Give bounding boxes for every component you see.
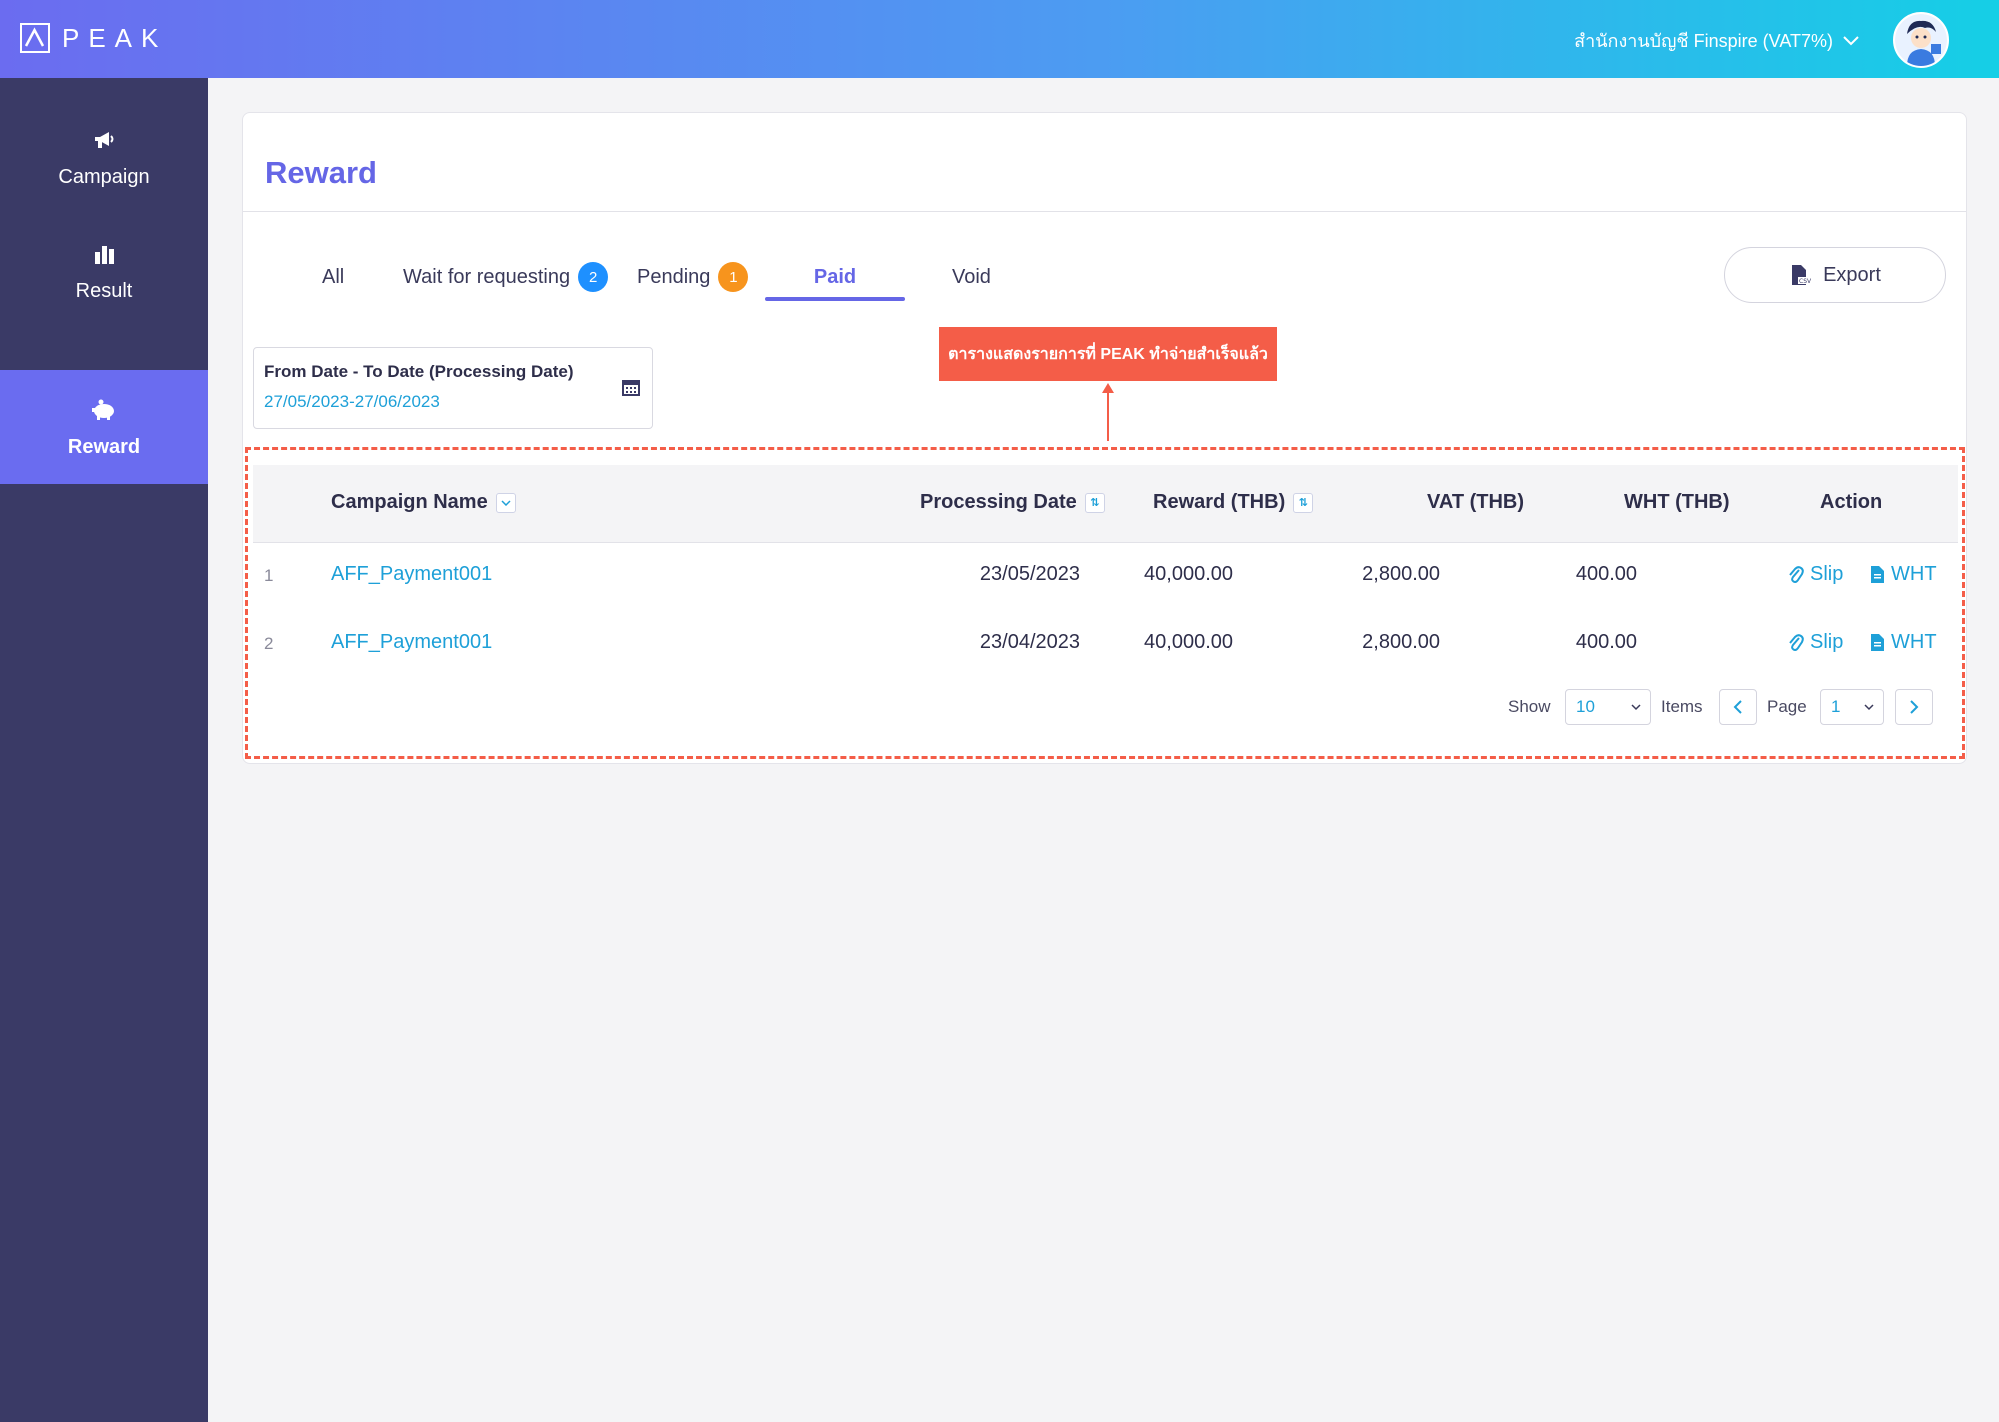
active-tab-indicator bbox=[765, 297, 905, 301]
wht-document-link[interactable]: WHT bbox=[1870, 563, 1937, 586]
sidebar-item-label: Campaign bbox=[58, 165, 150, 188]
bar-chart-icon bbox=[94, 240, 114, 268]
chevron-down-icon bbox=[1631, 704, 1641, 711]
column-label: Action bbox=[1820, 491, 1883, 513]
tab-label: All bbox=[322, 265, 345, 288]
organization-selector[interactable]: สำนักงานบัญชี Finspire (VAT7%) bbox=[1574, 26, 1859, 55]
next-page-button[interactable] bbox=[1895, 689, 1933, 725]
vat-amount: 2,800.00 bbox=[1362, 631, 1440, 653]
wht-amount: 400.00 bbox=[1575, 631, 1637, 653]
export-button[interactable]: CSV Export bbox=[1724, 247, 1946, 303]
slip-label: Slip bbox=[1810, 631, 1844, 653]
column-label: Reward (THB) bbox=[1153, 491, 1286, 513]
avatar[interactable] bbox=[1893, 12, 1949, 68]
column-reward[interactable]: Reward (THB) ⇅ bbox=[1153, 491, 1314, 514]
tab-wait-for-requesting[interactable]: Wait for requesting 2 bbox=[403, 253, 609, 301]
count-badge: 2 bbox=[578, 262, 609, 292]
column-label: WHT (THB) bbox=[1624, 491, 1730, 513]
previous-page-button[interactable] bbox=[1719, 689, 1757, 725]
column-label: Campaign Name bbox=[331, 491, 488, 513]
page-label: Page bbox=[1767, 697, 1807, 716]
chevron-down-icon bbox=[1843, 35, 1859, 45]
tab-void[interactable]: Void bbox=[952, 253, 991, 301]
megaphone-icon bbox=[93, 126, 115, 154]
column-label: Processing Date bbox=[920, 491, 1077, 513]
svg-text:CSV: CSV bbox=[1799, 278, 1811, 285]
annotation-callout: ตารางแสดงรายการที่ PEAK ทำจ่ายสำเร็จแล้ว bbox=[939, 327, 1277, 381]
sidebar-item-label: Reward bbox=[67, 435, 141, 458]
reward-amount: 40,000.00 bbox=[1144, 563, 1233, 585]
sidebar-item-result[interactable]: Result bbox=[0, 214, 208, 328]
count-badge: 1 bbox=[718, 262, 749, 292]
date-range-filter[interactable]: From Date - To Date (Processing Date) 27… bbox=[253, 347, 653, 429]
chevron-left-icon bbox=[1733, 700, 1742, 714]
campaign-name-link[interactable]: AFF_Payment001 bbox=[331, 563, 492, 586]
page-size-value: 10 bbox=[1576, 697, 1595, 716]
column-vat: VAT (THB) bbox=[1427, 491, 1524, 514]
paperclip-icon bbox=[1789, 633, 1804, 651]
tab-label: Pending bbox=[637, 265, 711, 288]
brand-name: PEAK bbox=[62, 22, 168, 53]
table-header: Campaign Name Processing Date ⇅ Reward (… bbox=[253, 465, 1958, 543]
date-filter-label: From Date - To Date (Processing Date) bbox=[264, 362, 574, 381]
column-campaign-name[interactable]: Campaign Name bbox=[331, 491, 516, 514]
slip-link[interactable]: Slip bbox=[1788, 563, 1843, 586]
processing-date: 23/05/2023 bbox=[979, 563, 1080, 585]
annotation-arrow bbox=[1107, 391, 1109, 441]
sidebar: Campaign Result Reward bbox=[0, 78, 208, 1422]
top-bar: PEAK สำนักงานบัญชี Finspire (VAT7%) bbox=[0, 0, 1999, 78]
chevron-down-icon bbox=[1864, 704, 1874, 711]
date-filter-value: 27/05/2023-27/06/2023 bbox=[264, 392, 440, 411]
slip-label: Slip bbox=[1810, 563, 1844, 585]
table-row: 2 AFF_Payment001 23/04/2023 40,000.00 2,… bbox=[253, 611, 1958, 677]
vat-amount: 2,800.00 bbox=[1362, 563, 1440, 585]
sort-icon[interactable]: ⇅ bbox=[1293, 492, 1314, 513]
slip-link[interactable]: Slip bbox=[1788, 631, 1843, 654]
document-icon bbox=[1871, 634, 1884, 651]
tab-pending[interactable]: Pending 1 bbox=[637, 253, 749, 301]
reward-amount: 40,000.00 bbox=[1144, 631, 1233, 653]
piggy-bank-icon bbox=[91, 396, 117, 424]
tab-label: Void bbox=[952, 265, 991, 288]
logo-mark-icon bbox=[20, 23, 50, 53]
divider bbox=[243, 211, 1966, 212]
tab-all[interactable]: All bbox=[322, 253, 344, 301]
calendar-icon bbox=[622, 378, 640, 401]
items-label: Items bbox=[1661, 697, 1703, 716]
reward-card: Reward All Wait for requesting 2 Pending… bbox=[242, 112, 1967, 764]
processing-date: 23/04/2023 bbox=[979, 631, 1080, 653]
column-label: VAT (THB) bbox=[1427, 491, 1525, 513]
sort-icon[interactable]: ⇅ bbox=[1084, 492, 1105, 513]
page-size-select[interactable]: 10 bbox=[1565, 689, 1651, 725]
csv-file-icon: CSV bbox=[1792, 265, 1811, 285]
document-icon bbox=[1871, 566, 1884, 583]
tab-label: Paid bbox=[813, 265, 857, 288]
sidebar-item-reward[interactable]: Reward bbox=[0, 370, 208, 484]
sidebar-item-campaign[interactable]: Campaign bbox=[0, 100, 208, 214]
row-number: 1 bbox=[264, 566, 274, 585]
tab-label: Wait for requesting bbox=[403, 265, 571, 288]
peak-logo[interactable]: PEAK bbox=[20, 22, 167, 54]
sidebar-item-label: Result bbox=[75, 279, 133, 302]
chevron-down-icon[interactable] bbox=[495, 492, 516, 513]
show-label: Show bbox=[1508, 697, 1551, 716]
column-processing-date[interactable]: Processing Date ⇅ bbox=[920, 491, 1105, 514]
tab-paid[interactable]: Paid bbox=[765, 253, 905, 301]
campaign-name-link[interactable]: AFF_Payment001 bbox=[331, 631, 492, 654]
wht-document-link[interactable]: WHT bbox=[1870, 631, 1937, 654]
page-number-select[interactable]: 1 bbox=[1820, 689, 1884, 725]
column-action: Action bbox=[1820, 491, 1882, 514]
page-number-value: 1 bbox=[1831, 697, 1841, 716]
page-title: Reward bbox=[265, 155, 377, 190]
wht-label: WHT bbox=[1891, 563, 1937, 585]
table-row: 1 AFF_Payment001 23/05/2023 40,000.00 2,… bbox=[253, 543, 1958, 609]
chevron-right-icon bbox=[1910, 700, 1919, 714]
organization-name: สำนักงานบัญชี Finspire (VAT7%) bbox=[1574, 31, 1833, 51]
row-number: 2 bbox=[264, 634, 274, 653]
paperclip-icon bbox=[1789, 565, 1804, 583]
column-wht: WHT (THB) bbox=[1624, 491, 1730, 514]
wht-label: WHT bbox=[1891, 631, 1937, 653]
wht-amount: 400.00 bbox=[1575, 563, 1637, 585]
export-label: Export bbox=[1823, 263, 1881, 286]
